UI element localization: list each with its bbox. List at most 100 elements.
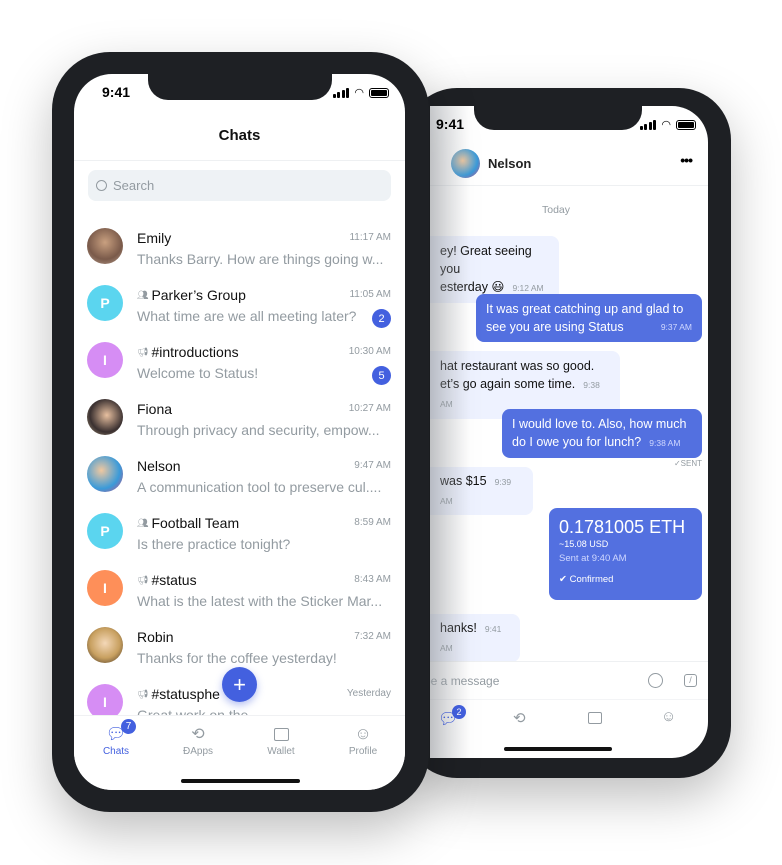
group-icon: 👥︎ <box>137 517 149 528</box>
chat-name: 📢︎ #introductions <box>137 344 239 360</box>
avatar: P <box>87 513 123 549</box>
chat-list-item[interactable]: Emily Thanks Barry. How are things going… <box>74 222 405 279</box>
chat-preview: Is there practice tonight? <box>137 536 291 552</box>
new-chat-button[interactable]: + <box>222 667 257 702</box>
tx-amount: 0.1781005 ETH <box>559 517 686 537</box>
chat-screen: 9:41 ◠ Nelson ••• Today ey! Great seeing… <box>430 106 708 758</box>
battery-icon <box>676 119 696 130</box>
message-outgoing: It was great catching up and glad to see … <box>476 294 702 342</box>
signal-icon <box>639 119 657 130</box>
signal-icon <box>332 87 350 98</box>
tab-dapps[interactable]: ⟲ ÐApps <box>157 722 239 757</box>
chat-list: Emily Thanks Barry. How are things going… <box>74 222 405 715</box>
command-icon[interactable]: / <box>684 674 697 687</box>
tab-badge: 2 <box>452 705 466 719</box>
header-divider <box>430 185 708 186</box>
wifi-icon: ◠ <box>354 87 364 99</box>
megaphone-icon: 📢︎ <box>137 346 149 357</box>
search-input[interactable]: Search <box>88 170 391 201</box>
chat-name: 📢︎ #statusphe <box>137 686 220 702</box>
input-divider <box>430 661 708 662</box>
tab-badge: 7 <box>121 719 136 734</box>
check-icon: ✓ <box>673 459 681 468</box>
transaction-card[interactable]: 0.1781005 ETH ~15.08 USD Sent at 9:40 AM… <box>549 508 702 600</box>
tx-status: Confirmed <box>569 574 614 585</box>
chat-preview: Welcome to Status! <box>137 365 259 381</box>
unread-badge: 5 <box>372 366 391 385</box>
megaphone-icon: 📢︎ <box>137 688 149 699</box>
profile-icon: ☺ <box>354 724 372 743</box>
right-phone: 9:41 ◠ Nelson ••• Today ey! Great seeing… <box>405 88 731 778</box>
chat-time: 11:05 AM <box>349 289 391 300</box>
wallet-icon[interactable] <box>588 712 602 724</box>
avatar <box>87 627 123 663</box>
home-indicator <box>181 779 300 783</box>
notch <box>148 74 332 100</box>
status-time: 9:41 <box>436 116 465 132</box>
chat-time: 11:17 AM <box>349 232 391 243</box>
notch <box>474 106 642 130</box>
tx-sent-time: Sent at 9:40 AM <box>559 553 627 564</box>
day-label: Today <box>542 204 571 216</box>
check-icon: ✔ <box>559 574 570 585</box>
message-outgoing: I would love to. Also, how much do I owe … <box>502 409 702 458</box>
chat-list-item[interactable]: Nelson A communication tool to preserve … <box>74 450 405 507</box>
tab-label: Chats <box>102 746 130 757</box>
header-divider <box>74 160 405 161</box>
chat-list-item[interactable]: Fiona Through privacy and security, empo… <box>74 393 405 450</box>
avatar: I <box>87 342 123 378</box>
tab-profile[interactable]: ☺ Profile <box>322 722 404 757</box>
chat-preview: Great work on the <box>137 707 249 715</box>
sticker-icon[interactable] <box>648 673 663 688</box>
status-time: 9:41 <box>102 84 131 100</box>
chat-list-item[interactable]: P 👥︎ Parker’s Group What time are we all … <box>74 279 405 336</box>
avatar <box>87 399 123 435</box>
chat-preview: Thanks for the coffee yesterday! <box>137 650 337 666</box>
wallet-icon <box>273 727 289 741</box>
chat-list-item[interactable]: I 📢︎ #status What is the latest with the … <box>74 564 405 621</box>
tab-label: Wallet <box>267 746 295 757</box>
chat-list-item[interactable]: I 📢︎ #introductions Welcome to Status! 10… <box>74 336 405 393</box>
chat-list-item[interactable]: P 👥︎ Football Team Is there practice toni… <box>74 507 405 564</box>
contact-name[interactable]: Nelson <box>488 156 531 171</box>
chat-name: Robin <box>137 629 174 645</box>
avatar: P <box>87 285 123 321</box>
tab-wallet[interactable]: Wallet <box>240 722 322 757</box>
avatar <box>87 228 123 264</box>
chat-name: Nelson <box>137 458 181 474</box>
chat-name: Emily <box>137 230 172 246</box>
sent-status: ✓SENT <box>673 459 702 468</box>
avatar <box>87 456 123 492</box>
tab-label: ÐApps <box>182 746 213 757</box>
tab-bar: 💬︎ 7 Chats ⟲ ÐApps Wallet ☺ Profile <box>74 715 405 790</box>
dapps-icon[interactable]: ⟲ <box>513 709 526 727</box>
chat-name: Fiona <box>137 401 173 417</box>
tab-chats[interactable]: 💬︎ 7 Chats <box>75 719 157 757</box>
tab-chats[interactable]: 💬︎ 2 <box>438 705 466 729</box>
chat-time: Yesterday <box>346 688 391 699</box>
battery-icon <box>369 87 389 98</box>
status-icons: ◠ <box>639 118 696 131</box>
chat-time: 9:47 AM <box>354 460 391 471</box>
chat-preview: Through privacy and security, empow... <box>137 422 380 438</box>
profile-icon[interactable]: ☺ <box>661 708 676 725</box>
chat-preview: What is the latest with the Sticker Mar.… <box>137 593 383 609</box>
tab-label: Profile <box>348 746 378 757</box>
chat-time: 8:43 AM <box>354 574 391 585</box>
home-indicator <box>504 747 612 751</box>
chat-preview: What time are we all meeting later? <box>137 308 357 324</box>
chat-time: 8:59 AM <box>354 517 391 528</box>
tabbar-divider <box>430 699 708 700</box>
chat-time: 10:27 AM <box>348 403 391 414</box>
chats-screen: 9:41 ◠ Chats Search Emily Thanks Barry. … <box>74 74 405 790</box>
more-options-icon[interactable]: ••• <box>680 152 693 168</box>
megaphone-icon: 📢︎ <box>137 574 149 585</box>
search-icon <box>96 180 107 191</box>
chat-time: 7:32 AM <box>354 631 391 642</box>
avatar: I <box>87 684 123 715</box>
page-title: Chats <box>218 127 261 144</box>
status-icons: ◠ <box>332 86 389 99</box>
left-phone: 9:41 ◠ Chats Search Emily Thanks Barry. … <box>52 52 429 812</box>
chat-preview: Thanks Barry. How are things going w... <box>137 251 384 267</box>
avatar: I <box>87 570 123 606</box>
